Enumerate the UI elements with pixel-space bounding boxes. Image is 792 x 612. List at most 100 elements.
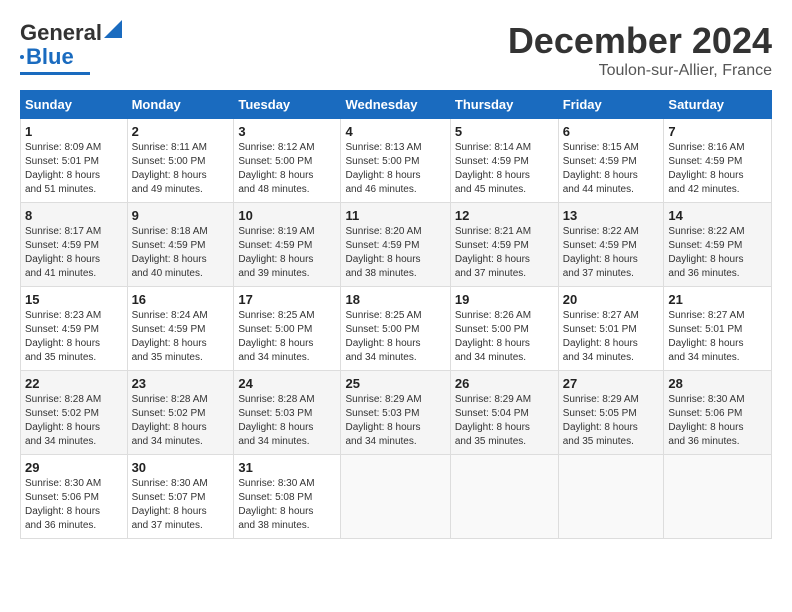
calendar-week-row: 1Sunrise: 8:09 AM Sunset: 5:01 PM Daylig… [21, 119, 772, 203]
day-number: 21 [668, 292, 767, 307]
calendar-week-row: 29 Sunrise: 8:30 AM Sunset: 5:06 PM Dayli… [21, 455, 772, 539]
logo-blue: Blue [26, 44, 74, 70]
day-info: Sunrise: 8:14 AM Sunset: 4:59 PM Dayligh… [455, 141, 554, 197]
day-info: Sunrise: 8:27 AM Sunset: 5:01 PM Dayligh… [668, 309, 767, 365]
calendar-cell: 2 Sunrise: 8:11 AM Sunset: 5:00 PM Daylig… [127, 119, 234, 203]
calendar-cell: 12 Sunrise: 8:21 AM Sunset: 4:59 PM Dayli… [450, 203, 558, 287]
calendar-cell [558, 455, 664, 539]
day-info: Sunrise: 8:20 AM Sunset: 4:59 PM Dayligh… [345, 225, 445, 281]
calendar-cell: 22Sunrise: 8:28 AM Sunset: 5:02 PM Dayli… [21, 371, 128, 455]
day-info: Sunrise: 8:21 AM Sunset: 4:59 PM Dayligh… [455, 225, 554, 281]
day-number: 22 [25, 376, 123, 391]
day-info: Sunrise: 8:12 AM Sunset: 5:00 PM Dayligh… [238, 141, 336, 197]
calendar-header: SundayMondayTuesdayWednesdayThursdayFrid… [21, 91, 772, 119]
calendar-day-header: Friday [558, 91, 664, 119]
day-number: 30 [132, 460, 230, 475]
day-number: 10 [238, 208, 336, 223]
logo-general: General [20, 20, 102, 46]
calendar-cell: 18Sunrise: 8:25 AM Sunset: 5:00 PM Dayli… [341, 287, 450, 371]
title-block: December 2024 Toulon-sur-Allier, France [508, 20, 772, 80]
calendar-cell [341, 455, 450, 539]
calendar-week-row: 8Sunrise: 8:17 AM Sunset: 4:59 PM Daylig… [21, 203, 772, 287]
calendar-cell: 9 Sunrise: 8:18 AM Sunset: 4:59 PM Daylig… [127, 203, 234, 287]
day-number: 25 [345, 376, 445, 391]
logo: General Blue [20, 20, 122, 75]
calendar-subtitle: Toulon-sur-Allier, France [508, 62, 772, 80]
calendar-cell: 28 Sunrise: 8:30 AM Sunset: 5:06 PM Dayli… [664, 371, 772, 455]
page-header: General Blue December 2024 Toulon-sur-Al… [20, 20, 772, 80]
calendar-day-header: Saturday [664, 91, 772, 119]
calendar-week-row: 22 Sunrise: 8:28 AM Sunset: 5:02 PM Dayli… [21, 371, 772, 455]
day-info: Sunrise: 8:29 AM Sunset: 5:05 PM Dayligh… [563, 393, 660, 449]
calendar-cell [664, 455, 772, 539]
day-number: 15 [25, 292, 123, 307]
day-number: 3 [238, 124, 336, 139]
calendar-cell: 17Sunrise: 8:25 AM Sunset: 5:00 PM Dayli… [234, 287, 341, 371]
calendar-cell: 20 Sunrise: 8:27 AM Sunset: 5:01 PM Dayli… [558, 287, 664, 371]
calendar-cell: 8Sunrise: 8:17 AM Sunset: 4:59 PM Daylig… [21, 203, 128, 287]
day-info: Sunrise: 8:23 AM Sunset: 4:59 PM Dayligh… [25, 309, 123, 365]
calendar-cell: 10 Sunrise: 8:19 AM Sunset: 4:59 PM Dayli… [234, 203, 341, 287]
calendar-cell: 24Sunrise: 8:28 AM Sunset: 5:03 PM Dayli… [234, 371, 341, 455]
calendar-cell: 21 Sunrise: 8:27 AM Sunset: 5:01 PM Dayli… [664, 287, 772, 371]
calendar-title: December 2024 [508, 20, 772, 62]
calendar-cell: 31 Sunrise: 8:30 AM Sunset: 5:08 PM Dayli… [234, 455, 341, 539]
day-info: Sunrise: 8:24 AM Sunset: 4:59 PM Dayligh… [132, 309, 230, 365]
day-info: Sunrise: 8:13 AM Sunset: 5:00 PM Dayligh… [345, 141, 445, 197]
day-info: Sunrise: 8:27 AM Sunset: 5:01 PM Dayligh… [563, 309, 660, 365]
calendar-day-header: Wednesday [341, 91, 450, 119]
day-number: 16 [132, 292, 230, 307]
day-info: Sunrise: 8:19 AM Sunset: 4:59 PM Dayligh… [238, 225, 336, 281]
day-info: Sunrise: 8:25 AM Sunset: 5:00 PM Dayligh… [238, 309, 336, 365]
calendar-cell: 26Sunrise: 8:29 AM Sunset: 5:04 PM Dayli… [450, 371, 558, 455]
day-number: 13 [563, 208, 660, 223]
day-number: 4 [345, 124, 445, 139]
day-number: 23 [132, 376, 230, 391]
calendar-cell: 5 Sunrise: 8:14 AM Sunset: 4:59 PM Daylig… [450, 119, 558, 203]
day-number: 31 [238, 460, 336, 475]
calendar-cell: 25 Sunrise: 8:29 AM Sunset: 5:03 PM Dayli… [341, 371, 450, 455]
calendar-cell: 7Sunrise: 8:16 AM Sunset: 4:59 PM Daylig… [664, 119, 772, 203]
day-number: 18 [345, 292, 445, 307]
calendar-cell: 15 Sunrise: 8:23 AM Sunset: 4:59 PM Dayli… [21, 287, 128, 371]
day-number: 26 [455, 376, 554, 391]
day-number: 2 [132, 124, 230, 139]
day-number: 7 [668, 124, 767, 139]
day-info: Sunrise: 8:09 AM Sunset: 5:01 PM Dayligh… [25, 141, 123, 197]
day-info: Sunrise: 8:30 AM Sunset: 5:06 PM Dayligh… [25, 477, 123, 533]
day-info: Sunrise: 8:15 AM Sunset: 4:59 PM Dayligh… [563, 141, 660, 197]
calendar-day-header: Tuesday [234, 91, 341, 119]
day-number: 28 [668, 376, 767, 391]
calendar-cell: 3 Sunrise: 8:12 AM Sunset: 5:00 PM Daylig… [234, 119, 341, 203]
day-number: 12 [455, 208, 554, 223]
day-number: 20 [563, 292, 660, 307]
day-number: 5 [455, 124, 554, 139]
calendar-cell: 6Sunrise: 8:15 AM Sunset: 4:59 PM Daylig… [558, 119, 664, 203]
day-number: 9 [132, 208, 230, 223]
day-info: Sunrise: 8:30 AM Sunset: 5:06 PM Dayligh… [668, 393, 767, 449]
logo-line [20, 72, 90, 75]
day-info: Sunrise: 8:11 AM Sunset: 5:00 PM Dayligh… [132, 141, 230, 197]
calendar-cell: 14Sunrise: 8:22 AM Sunset: 4:59 PM Dayli… [664, 203, 772, 287]
day-number: 29 [25, 460, 123, 475]
day-number: 27 [563, 376, 660, 391]
calendar-cell: 1Sunrise: 8:09 AM Sunset: 5:01 PM Daylig… [21, 119, 128, 203]
logo-arrow-icon [104, 20, 122, 38]
day-info: Sunrise: 8:30 AM Sunset: 5:08 PM Dayligh… [238, 477, 336, 533]
day-number: 19 [455, 292, 554, 307]
calendar-cell: 29 Sunrise: 8:30 AM Sunset: 5:06 PM Dayli… [21, 455, 128, 539]
day-number: 8 [25, 208, 123, 223]
calendar-cell: 4 Sunrise: 8:13 AM Sunset: 5:00 PM Daylig… [341, 119, 450, 203]
calendar-cell: 27 Sunrise: 8:29 AM Sunset: 5:05 PM Dayli… [558, 371, 664, 455]
calendar-cell: 16 Sunrise: 8:24 AM Sunset: 4:59 PM Dayli… [127, 287, 234, 371]
day-info: Sunrise: 8:28 AM Sunset: 5:02 PM Dayligh… [132, 393, 230, 449]
day-info: Sunrise: 8:18 AM Sunset: 4:59 PM Dayligh… [132, 225, 230, 281]
day-number: 24 [238, 376, 336, 391]
calendar-body: 1Sunrise: 8:09 AM Sunset: 5:01 PM Daylig… [21, 119, 772, 539]
day-info: Sunrise: 8:29 AM Sunset: 5:03 PM Dayligh… [345, 393, 445, 449]
calendar-day-header: Sunday [21, 91, 128, 119]
day-number: 14 [668, 208, 767, 223]
calendar-cell: 13Sunrise: 8:22 AM Sunset: 4:59 PM Dayli… [558, 203, 664, 287]
day-info: Sunrise: 8:26 AM Sunset: 5:00 PM Dayligh… [455, 309, 554, 365]
calendar-day-header: Monday [127, 91, 234, 119]
